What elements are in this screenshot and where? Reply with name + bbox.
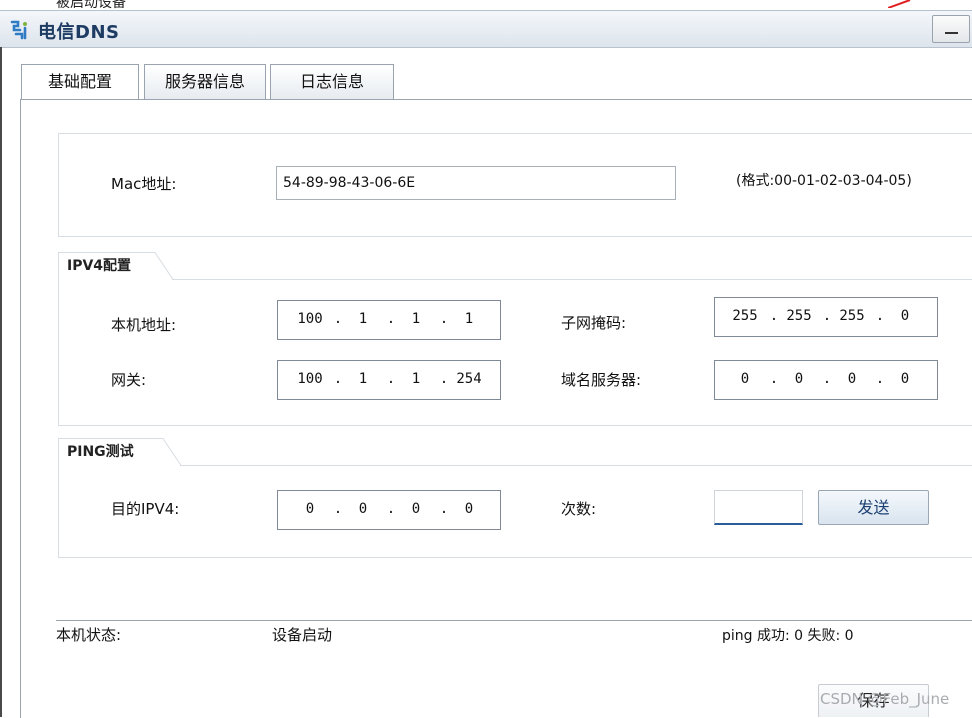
local-address-label: 本机地址: <box>111 316 177 334</box>
ip-separator: . <box>333 311 343 327</box>
gateway-ip-input[interactable]: 100 . 1 . 1 . 254 <box>277 360 501 400</box>
ip-separator: . <box>439 311 449 327</box>
ip-octet: 0 <box>411 501 421 517</box>
minimize-icon <box>945 32 958 34</box>
ip-separator: . <box>333 371 343 387</box>
ip-separator: . <box>333 501 343 517</box>
ip-octet: 0 <box>358 501 368 517</box>
ip-octet: 1 <box>411 311 421 327</box>
ip-octet: 0 <box>900 308 910 324</box>
ping-count-label: 次数: <box>561 500 597 518</box>
ip-octet: 1 <box>464 311 474 327</box>
subnet-mask-ip-input[interactable]: 255 . 255 . 255 . 0 <box>714 297 938 337</box>
ping-target-label: 目的IPV4: <box>111 500 180 518</box>
minimize-button[interactable] <box>932 15 970 43</box>
ip-octet: 0 <box>305 501 315 517</box>
ip-octet: 0 <box>794 371 804 387</box>
ip-octet: 0 <box>740 371 750 387</box>
legend-tab-edge <box>153 252 173 280</box>
ip-separator: . <box>386 311 396 327</box>
ip-separator: . <box>439 501 449 517</box>
dns-server-label: 域名服务器: <box>561 371 642 389</box>
ip-separator: . <box>769 308 779 324</box>
ip-separator: . <box>875 371 885 387</box>
ping-result-text: ping 成功: 0 失败: 0 <box>722 628 854 644</box>
local-address-ip-input[interactable]: 100 . 1 . 1 . 1 <box>277 300 501 340</box>
status-label: 本机状态: <box>56 626 122 644</box>
ip-separator: . <box>875 308 885 324</box>
mac-input[interactable]: 54-89-98-43-06-6E <box>276 166 676 200</box>
annotation-stroke-icon <box>888 0 911 8</box>
ip-separator: . <box>386 371 396 387</box>
status-value: 设备启动 <box>272 626 333 644</box>
background-window-strip: 被启动设备 <box>0 0 972 10</box>
ip-octet: 1 <box>358 371 368 387</box>
ip-octet: 100 <box>297 371 323 387</box>
ip-separator: . <box>769 371 779 387</box>
mac-format-hint: (格式:00-01-02-03-04-05) <box>736 173 912 189</box>
tab-server-info[interactable]: 服务器信息 <box>144 64 266 100</box>
mac-label: Mac地址: <box>111 175 177 193</box>
status-divider <box>56 620 972 621</box>
title-bar: 电信DNS <box>0 10 972 48</box>
ping-target-ip-input[interactable]: 0 . 0 . 0 . 0 <box>277 490 501 530</box>
dns-server-ip-input[interactable]: 0 . 0 . 0 . 0 <box>714 360 938 400</box>
send-button[interactable]: 发送 <box>818 490 929 525</box>
ip-octet: 0 <box>464 501 474 517</box>
gateway-label: 网关: <box>111 371 147 389</box>
ipv4-legend: IPV4配置 <box>58 252 154 280</box>
ip-octet: 0 <box>900 371 910 387</box>
window-title: 电信DNS <box>38 22 120 43</box>
ip-octet: 255 <box>786 308 812 324</box>
legend-tab-edge <box>161 438 181 466</box>
network-app-icon <box>10 20 27 40</box>
ip-separator: . <box>822 308 832 324</box>
tab-basic-config[interactable]: 基础配置 <box>21 64 139 101</box>
ip-separator: . <box>386 501 396 517</box>
ip-octet: 0 <box>847 371 857 387</box>
ip-separator: . <box>439 371 449 387</box>
watermark-text: CSDN @Feb_June <box>820 690 950 708</box>
ip-octet: 100 <box>297 311 323 327</box>
ip-octet: 1 <box>358 311 368 327</box>
ip-separator: . <box>822 371 832 387</box>
tab-log-info[interactable]: 日志信息 <box>270 64 394 100</box>
subnet-mask-label: 子网掩码: <box>561 314 627 332</box>
ip-octet: 254 <box>456 371 482 387</box>
ip-octet: 255 <box>732 308 758 324</box>
ip-octet: 255 <box>839 308 865 324</box>
ping-count-input[interactable] <box>714 490 803 525</box>
background-window-text: 被启动设备 <box>56 0 126 10</box>
ping-legend: PING测试 <box>58 438 162 466</box>
ip-octet: 1 <box>411 371 421 387</box>
window-left-border <box>0 47 2 717</box>
